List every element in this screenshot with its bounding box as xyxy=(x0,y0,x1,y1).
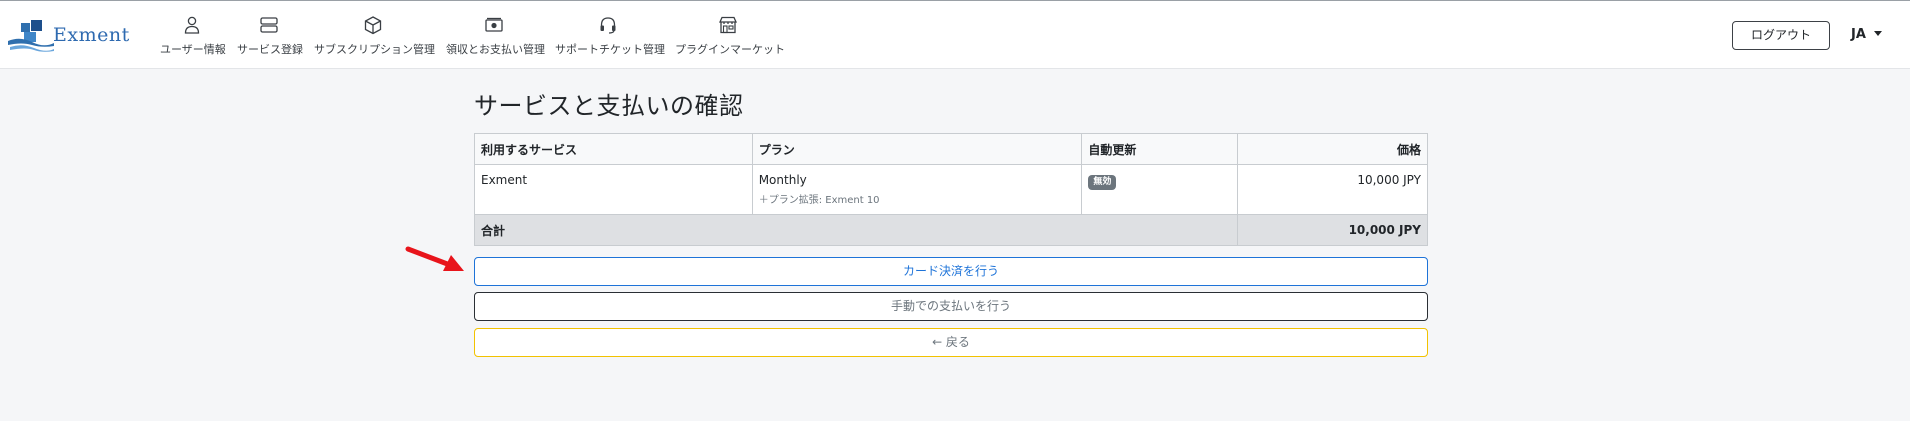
nav-label-support-ticket: サポートチケット管理 xyxy=(555,43,665,56)
nav-item-subscription[interactable]: サブスクリプション管理 xyxy=(314,15,435,61)
annotation-arrow-icon xyxy=(405,246,464,271)
service-cell: Exment xyxy=(474,164,753,215)
manual-payment-button[interactable]: 手動での支払いを行う xyxy=(474,292,1428,321)
price-cell: 10,000 JPY xyxy=(1237,164,1428,215)
box-icon xyxy=(364,16,382,35)
nav-item-support-ticket[interactable]: サポートチケット管理 xyxy=(555,15,665,61)
column-header-service: 利用するサービス xyxy=(474,133,753,165)
nav-label-subscription: サブスクリプション管理 xyxy=(314,43,435,56)
table-row: Exment Monthly ＋プラン拡張: Exment 10 無効 10,0… xyxy=(474,164,1428,215)
nav-item-billing[interactable]: 領収とお支払い管理 xyxy=(446,15,545,61)
exment-logo-icon xyxy=(8,20,54,52)
nav-label-billing: 領収とお支払い管理 xyxy=(446,43,545,56)
shop-icon xyxy=(718,16,738,34)
user-icon xyxy=(184,16,200,34)
nav-item-plugin-market[interactable]: プラグインマーケット xyxy=(675,15,785,61)
server-icon xyxy=(260,17,278,33)
total-label: 合計 xyxy=(473,214,1239,246)
plan-cell: Monthly ＋プラン拡張: Exment 10 xyxy=(751,164,1083,215)
language-label: JA xyxy=(1851,27,1866,42)
logout-button[interactable]: ログアウト xyxy=(1732,21,1830,50)
plan-extension: ＋プラン拡張: Exment 10 xyxy=(758,195,880,206)
plan-name: Monthly xyxy=(758,173,807,187)
cash-icon xyxy=(485,17,503,32)
chevron-down-icon xyxy=(1873,31,1882,36)
nav-label-service-registration: サービス登録 xyxy=(237,43,303,56)
table-header-row: 利用するサービス プラン 自動更新 価格 xyxy=(474,133,1428,165)
nav-item-user-info[interactable]: ユーザー情報 xyxy=(160,15,226,61)
page-title: サービスと支払いの確認 xyxy=(474,92,744,120)
column-header-plan: プラン xyxy=(751,133,1083,165)
headset-icon xyxy=(600,17,616,34)
top-navbar: Exment ユーザー情報 サービス登録 サブスクリプション管理 領収とお支払い… xyxy=(0,1,1910,69)
back-button[interactable]: ← 戻る xyxy=(474,328,1428,357)
nav-label-plugin-market: プラグインマーケット xyxy=(675,43,785,56)
brand-logo[interactable]: Exment xyxy=(8,19,130,53)
nav-label-user-info: ユーザー情報 xyxy=(160,43,226,56)
logo-text: Exment xyxy=(53,24,130,46)
column-header-price: 価格 xyxy=(1237,133,1428,165)
language-dropdown[interactable]: JA xyxy=(1851,27,1882,42)
auto-renew-cell: 無効 xyxy=(1081,164,1239,215)
card-payment-button[interactable]: カード決済を行う xyxy=(474,257,1428,286)
status-badge: 無効 xyxy=(1088,175,1117,190)
order-summary-table: 利用するサービス プラン 自動更新 価格 Exment Monthly ＋プラン… xyxy=(473,133,1428,246)
total-row: 合計 10,000 JPY xyxy=(473,214,1428,246)
total-price: 10,000 JPY xyxy=(1237,214,1428,246)
nav-item-service-registration[interactable]: サービス登録 xyxy=(237,15,303,61)
column-header-auto-renew: 自動更新 xyxy=(1081,133,1239,165)
